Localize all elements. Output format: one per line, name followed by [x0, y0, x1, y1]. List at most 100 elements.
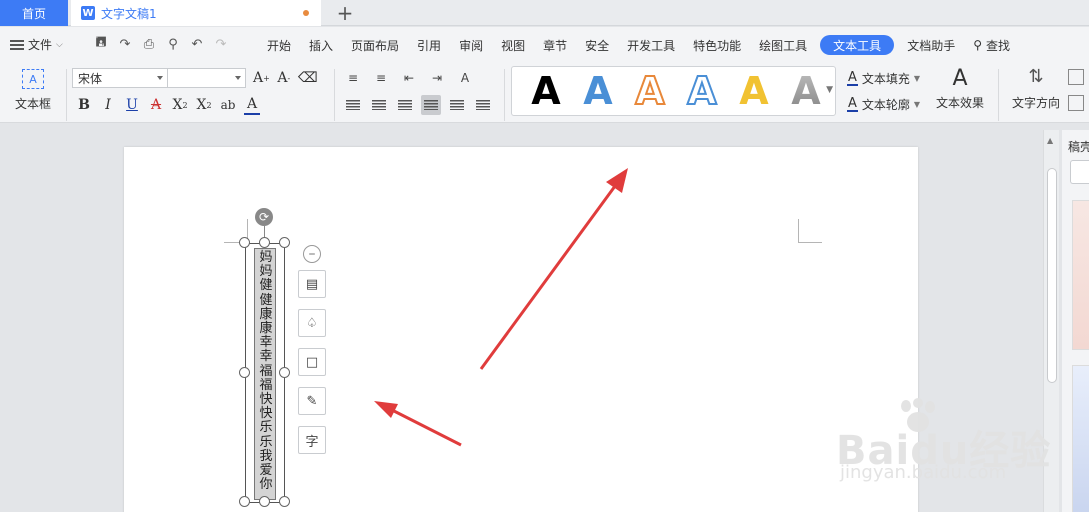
menu-items: 开始 插入 页面布局 引用 审阅 视图 章节 安全 开发工具 特色功能 绘图工具 文本工具 文档助手 ⚲ 查…: [258, 35, 1019, 55]
menu-item-11[interactable]: 文本工具: [820, 35, 895, 55]
text-style-sample[interactable]: A: [728, 72, 780, 110]
save-icon[interactable]: 🖪: [92, 35, 110, 53]
menu-item-2[interactable]: 页面布局: [342, 35, 408, 55]
text-effect-button[interactable]: A 文本效果: [932, 66, 988, 111]
align-left-icon[interactable]: [343, 95, 363, 115]
bullet-list-icon[interactable]: ≡: [343, 68, 363, 88]
font-style-tools: B I U A X2 X2 ab A: [76, 95, 260, 115]
template-card[interactable]: [1072, 365, 1089, 512]
align-right-icon[interactable]: [395, 95, 415, 115]
grow-font-icon[interactable]: A +: [253, 68, 270, 88]
text-direction-small-icon[interactable]: A: [455, 68, 475, 88]
text-style-gallery: ▼ A A A A A A: [511, 66, 836, 116]
underline-icon[interactable]: U: [124, 95, 140, 115]
ribbon-separator: [66, 69, 67, 121]
side-search-input[interactable]: [1070, 160, 1089, 184]
outline-icon[interactable]: □: [298, 348, 326, 376]
tab-home[interactable]: 首页: [0, 0, 68, 26]
resize-handle-bottom[interactable]: [259, 496, 270, 507]
resize-handle-left[interactable]: [239, 367, 250, 378]
template-card[interactable]: [1072, 200, 1089, 350]
text-style-sample[interactable]: A: [676, 71, 728, 111]
increase-indent-icon[interactable]: ⇥: [427, 68, 447, 88]
pen-icon[interactable]: ✎: [298, 387, 326, 415]
rotate-handle-icon[interactable]: ⟳: [255, 208, 273, 226]
textbox-text[interactable]: 妈妈健健康康幸幸福福快快乐乐我爱你: [258, 250, 274, 492]
textbox-break-icon[interactable]: [1068, 95, 1084, 111]
resize-handle-bottom-left[interactable]: [239, 496, 250, 507]
clear-format-icon[interactable]: ⌫: [298, 68, 318, 88]
collapse-toolbar-icon[interactable]: –: [303, 245, 321, 263]
menu-item-7[interactable]: 安全: [576, 35, 618, 55]
bold-icon[interactable]: B: [76, 95, 92, 115]
text-direction-label: 文字方向: [1011, 96, 1060, 110]
menu-item-12[interactable]: 文档助手: [898, 35, 964, 55]
menu-item-9[interactable]: 特色功能: [684, 35, 750, 55]
text-style-sample[interactable]: A: [572, 72, 624, 110]
document-page[interactable]: [124, 147, 918, 512]
justify-icon[interactable]: [421, 95, 441, 115]
align-center-icon[interactable]: [369, 95, 389, 115]
undo-icon[interactable]: ↶: [188, 35, 206, 53]
resize-handle-right[interactable]: [279, 367, 290, 378]
font-icon[interactable]: 字: [298, 426, 326, 454]
layout-options-icon[interactable]: ▤: [298, 270, 326, 298]
font-color-icon[interactable]: A: [244, 95, 260, 115]
menu-item-6[interactable]: 章节: [534, 35, 576, 55]
text-fill-button[interactable]: A 文本填充 ▼: [847, 68, 920, 88]
resize-handle-top[interactable]: [259, 237, 270, 248]
text-style-sample[interactable]: A: [780, 72, 832, 110]
fill-icon[interactable]: ♤: [298, 309, 326, 337]
resize-handle-bottom-right[interactable]: [279, 496, 290, 507]
menu-item-0[interactable]: 开始: [258, 35, 300, 55]
shrink-font-icon[interactable]: A-: [276, 68, 292, 88]
textbox-icon: A: [22, 69, 44, 89]
textbox-button[interactable]: A 文本框: [8, 65, 58, 112]
text-outline-icon: A: [847, 95, 858, 112]
menu-item-8[interactable]: 开发工具: [618, 35, 684, 55]
menu-item-5[interactable]: 视图: [492, 35, 534, 55]
print-preview-icon[interactable]: ⚲: [164, 35, 182, 53]
font-size-select[interactable]: [168, 68, 246, 88]
chevron-down-icon: [235, 76, 241, 80]
new-tab-button[interactable]: +: [334, 1, 356, 25]
numbered-list-icon[interactable]: ≡: [371, 68, 391, 88]
tab-document[interactable]: W 文字文稿1: [71, 0, 321, 26]
strikethrough-icon[interactable]: A: [148, 95, 164, 115]
text-style-sample[interactable]: A: [520, 72, 572, 110]
scrollbar-thumb[interactable]: [1047, 168, 1057, 383]
redo-icon[interactable]: ↷: [212, 35, 230, 53]
text-effect-icon: A: [952, 66, 968, 91]
menu-item-10[interactable]: 绘图工具: [750, 35, 816, 55]
font-name-select[interactable]: 宋体: [72, 68, 168, 88]
italic-icon[interactable]: I: [100, 95, 116, 115]
paragraph-tools-row1: ≡ ≡ ⇤ ⇥ A: [343, 68, 475, 88]
resize-handle-top-right[interactable]: [279, 237, 290, 248]
subscript-icon[interactable]: X2: [196, 95, 212, 115]
search-button[interactable]: ⚲ 查找: [964, 35, 1019, 55]
chevron-down-icon: ▼: [913, 73, 921, 83]
text-direction-button[interactable]: ⇅ 文字方向: [1010, 66, 1062, 111]
text-style-sample[interactable]: A: [624, 71, 676, 111]
scroll-up-icon[interactable]: ▲: [1047, 136, 1053, 145]
text-fill-label: 文本填充: [861, 71, 910, 86]
resize-handle-top-left[interactable]: [239, 237, 250, 248]
gallery-more-icon[interactable]: ▼: [826, 85, 833, 95]
file-menu-button[interactable]: 文件 ⌵: [10, 36, 63, 53]
export-pdf-icon[interactable]: ↷: [116, 35, 134, 53]
menu-item-4[interactable]: 审阅: [450, 35, 492, 55]
print-icon[interactable]: ⎙: [140, 35, 158, 53]
line-spacing-icon[interactable]: [473, 95, 493, 115]
text-outline-button[interactable]: A 文本轮廓 ▼: [847, 94, 920, 114]
superscript-icon[interactable]: X2: [172, 95, 188, 115]
menu-item-3[interactable]: 引用: [408, 35, 450, 55]
textbox-link-icon[interactable]: [1068, 69, 1084, 85]
file-menu-label: 文件: [28, 38, 53, 52]
highlight-icon[interactable]: ab: [220, 95, 236, 115]
chevron-down-icon: ⌵: [56, 39, 63, 50]
distribute-icon[interactable]: [447, 95, 467, 115]
menu-item-1[interactable]: 插入: [300, 35, 342, 55]
decrease-indent-icon[interactable]: ⇤: [399, 68, 419, 88]
chevron-down-icon: [157, 76, 163, 80]
textbox-label: 文本框: [14, 97, 51, 111]
